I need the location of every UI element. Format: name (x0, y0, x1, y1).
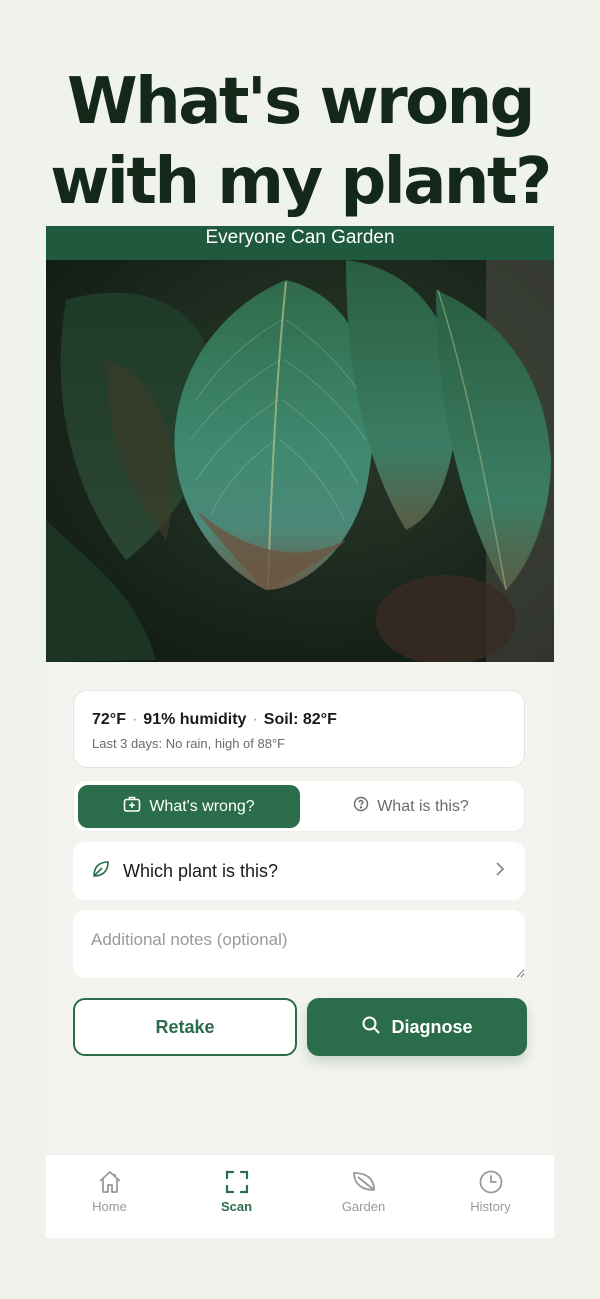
app-screen: Everyone Can Garden 72°F · 91% humidity … (46, 226, 554, 1238)
mode-whats-wrong-button[interactable]: What's wrong? (78, 785, 300, 828)
retake-button[interactable]: Retake (73, 998, 297, 1056)
leaf-icon (300, 1167, 427, 1197)
tab-garden[interactable]: Garden (300, 1167, 427, 1214)
chevron-right-icon (495, 861, 505, 882)
banner-title: Everyone Can Garden (205, 227, 395, 248)
leaf-icon (91, 859, 111, 884)
diagnose-button[interactable]: Diagnose (307, 998, 527, 1056)
soil-temp-value: Soil: 82°F (263, 711, 337, 728)
tab-garden-label: Garden (341, 1199, 386, 1214)
scan-icon (173, 1167, 300, 1197)
headline-line-2: with my plant? (50, 145, 552, 219)
tab-scan[interactable]: Scan (173, 1167, 300, 1214)
plant-select-label: Which plant is this? (123, 860, 279, 881)
tab-scan-label: Scan (220, 1199, 253, 1214)
app-banner: Everyone Can Garden (46, 226, 554, 260)
weather-summary: Last 3 days: No rain, high of 88°F (92, 736, 286, 751)
plant-select-row[interactable]: Which plant is this? (73, 842, 525, 900)
temperature-value: 72°F (92, 711, 126, 728)
plant-photo-illustration (46, 260, 554, 662)
humidity-value: 91% humidity (143, 711, 247, 728)
separator-dot: · (131, 711, 138, 728)
medical-kit-icon (123, 795, 141, 818)
home-icon (46, 1167, 173, 1197)
mode-whats-wrong-label: What's wrong? (149, 797, 255, 815)
mode-toggle: What's wrong? What is this? (73, 780, 525, 832)
tab-home-label: Home (92, 1199, 127, 1214)
plant-photo (46, 260, 554, 662)
bottom-tab-bar: Home Scan Garden History (46, 1154, 554, 1238)
weather-card: 72°F · 91% humidity · Soil: 82°F Last 3 days… (73, 690, 525, 768)
diagnose-label: Diagnose (391, 1016, 473, 1037)
mode-what-is-this-button[interactable]: What is this? (300, 785, 522, 828)
retake-label: Retake (155, 1016, 215, 1037)
additional-notes-input[interactable] (73, 910, 525, 978)
mode-what-is-this-label: What is this? (377, 797, 469, 815)
separator-dot: · (252, 711, 258, 728)
tab-history-label: History (470, 1199, 511, 1214)
tab-home[interactable]: Home (46, 1167, 173, 1214)
clock-icon (427, 1167, 554, 1197)
help-circle-icon (353, 796, 369, 817)
marketing-headline: What's wrong with my plant? (0, 62, 600, 222)
weather-stats: 72°F · 91% humidity · Soil: 82°F (92, 711, 506, 729)
search-icon (361, 1015, 381, 1040)
headline-line-1: What's wrong (67, 65, 535, 139)
tab-history[interactable]: History (427, 1167, 554, 1214)
